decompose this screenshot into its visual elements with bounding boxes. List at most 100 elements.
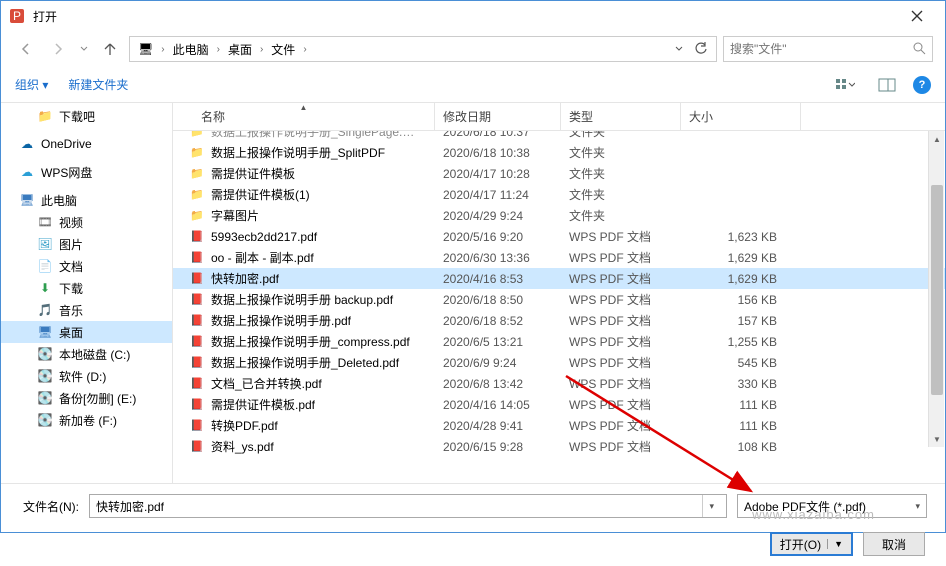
sidebar-item[interactable]: 💽备份[勿删] (E:) <box>1 387 172 409</box>
up-button[interactable] <box>97 36 123 62</box>
open-button[interactable]: 打开(O)▼ <box>770 532 853 556</box>
chevron-right-icon[interactable]: › <box>159 44 166 55</box>
column-name[interactable]: ▲名称 <box>173 103 435 130</box>
breadcrumb-seg[interactable]: 此电脑 <box>169 39 213 60</box>
file-row[interactable]: 📁需提供证件模板2020/4/17 10:28文件夹 <box>173 163 945 184</box>
sidebar-item[interactable]: 💽软件 (D:) <box>1 365 172 387</box>
column-type[interactable]: 类型 <box>561 103 681 130</box>
vertical-scrollbar[interactable]: ▲ ▼ <box>928 131 944 447</box>
file-name: 文档_已合并转换.pdf <box>211 375 322 392</box>
pc-icon: 🖥 <box>19 192 35 208</box>
sidebar-item[interactable]: 🖼图片 <box>1 233 172 255</box>
scroll-thumb[interactable] <box>931 185 943 395</box>
breadcrumb-seg[interactable]: 桌面 <box>224 39 256 60</box>
pdf-icon: 📕 <box>189 229 205 245</box>
file-row[interactable]: 📕数据上报操作说明手册 backup.pdf2020/6/18 8:50WPS … <box>173 289 945 310</box>
sidebar-item[interactable]: 💽新加卷 (F:) <box>1 409 172 431</box>
file-row[interactable]: 📕数据上报操作说明手册.pdf2020/6/18 8:52WPS PDF 文档1… <box>173 310 945 331</box>
forward-button[interactable] <box>45 36 71 62</box>
file-row[interactable]: 📁需提供证件模板(1)2020/4/17 11:24文件夹 <box>173 184 945 205</box>
scroll-up-button[interactable]: ▲ <box>929 131 945 147</box>
pdf-icon: 📕 <box>189 250 205 266</box>
file-size: 111 KB <box>681 398 801 412</box>
back-button[interactable] <box>13 36 39 62</box>
file-date: 2020/4/17 10:28 <box>435 167 561 181</box>
refresh-button[interactable] <box>690 37 712 61</box>
file-name: oo - 副本 - 副本.pdf <box>211 249 314 266</box>
file-type: WPS PDF 文档 <box>561 249 681 266</box>
navigation-pane[interactable]: 📁下载吧 ☁OneDrive ☁WPS网盘 🖥此电脑🎞视频🖼图片📄文档⬇下载🎵音乐🖥桌… <box>1 103 173 483</box>
app-icon: P <box>9 8 25 24</box>
organize-button[interactable]: 组织 ▾ <box>15 76 48 93</box>
search-input[interactable] <box>730 42 906 56</box>
close-button[interactable] <box>897 2 937 30</box>
file-name: 数据上报操作说明手册_SinglePage.… <box>211 131 414 140</box>
chevron-right-icon[interactable]: › <box>258 44 265 55</box>
filename-input[interactable] <box>96 499 702 513</box>
file-row[interactable]: 📕数据上报操作说明手册_Deleted.pdf2020/6/9 9:24WPS … <box>173 352 945 373</box>
file-row[interactable]: 📕oo - 副本 - 副本.pdf2020/6/30 13:36WPS PDF … <box>173 247 945 268</box>
file-type: 文件夹 <box>561 131 681 140</box>
bottom-bar: 文件名(N): ▾ Adobe PDF文件 (*.pdf) ▾ 打开(O)▼ 取… <box>1 483 945 566</box>
cancel-button[interactable]: 取消 <box>863 532 925 556</box>
disk-icon: 💽 <box>37 412 53 428</box>
preview-pane-button[interactable] <box>871 74 903 96</box>
file-row[interactable]: 📕文档_已合并转换.pdf2020/6/8 13:42WPS PDF 文档330… <box>173 373 945 394</box>
pdf-icon: 📕 <box>189 271 205 287</box>
chevron-right-icon[interactable]: › <box>301 44 308 55</box>
file-date: 2020/6/18 10:38 <box>435 146 561 160</box>
sidebar-item[interactable]: 🎞视频 <box>1 211 172 233</box>
file-row[interactable]: 📁数据上报操作说明手册_SinglePage.…2020/6/18 10:37文… <box>173 131 945 142</box>
sidebar-item-label: 本地磁盘 (C:) <box>59 346 130 363</box>
search-box[interactable] <box>723 36 933 62</box>
filetype-filter[interactable]: Adobe PDF文件 (*.pdf) ▾ <box>737 494 927 518</box>
sidebar-item[interactable]: ⬇下载 <box>1 277 172 299</box>
music-icon: 🎵 <box>37 302 53 318</box>
breadcrumb-seg[interactable]: 文件 <box>267 39 299 60</box>
filename-field[interactable]: ▾ <box>89 494 727 518</box>
file-date: 2020/4/17 11:24 <box>435 188 561 202</box>
file-row[interactable]: 📕数据上报操作说明手册_compress.pdf2020/6/5 13:21WP… <box>173 331 945 352</box>
disk-icon: 💽 <box>37 346 53 362</box>
folder-icon: 📁 <box>189 208 205 224</box>
view-options[interactable] <box>829 74 861 96</box>
address-bar[interactable]: 🖥 › 此电脑 › 桌面 › 文件 › <box>129 36 717 62</box>
address-dropdown[interactable] <box>668 37 690 61</box>
column-size[interactable]: 大小 <box>681 103 801 130</box>
pdf-icon: 📕 <box>189 418 205 434</box>
file-row[interactable]: 📕资料_ys.pdf2020/6/15 9:28WPS PDF 文档108 KB <box>173 436 945 457</box>
sidebar-item[interactable]: 📁下载吧 <box>1 105 172 127</box>
file-size: 157 KB <box>681 314 801 328</box>
file-row[interactable]: 📁字幕图片2020/4/29 9:24文件夹 <box>173 205 945 226</box>
open-dropdown[interactable]: ▼ <box>827 539 843 549</box>
file-date: 2020/6/18 8:50 <box>435 293 561 307</box>
sidebar-item[interactable]: 💽 本地磁盘 (C:) <box>1 343 172 365</box>
file-type: 文件夹 <box>561 186 681 203</box>
file-row[interactable]: 📕需提供证件模板.pdf2020/4/16 14:05WPS PDF 文档111… <box>173 394 945 415</box>
sidebar-item[interactable]: 🎵音乐 <box>1 299 172 321</box>
sidebar-item[interactable]: 🖥桌面 <box>1 321 172 343</box>
file-row[interactable]: 📕快转加密.pdf2020/4/16 8:53WPS PDF 文档1,629 K… <box>173 268 945 289</box>
chevron-right-icon[interactable]: › <box>215 44 222 55</box>
filename-history-dropdown[interactable]: ▾ <box>702 495 720 517</box>
file-list[interactable]: 📁数据上报操作说明手册_SinglePage.…2020/6/18 10:37文… <box>173 131 945 483</box>
sidebar-item[interactable]: ☁WPS网盘 <box>1 161 172 183</box>
sidebar-item[interactable]: ☁OneDrive <box>1 133 172 155</box>
scroll-down-button[interactable]: ▼ <box>929 431 945 447</box>
sidebar-item[interactable]: 🖥此电脑 <box>1 189 172 211</box>
column-date[interactable]: 修改日期 <box>435 103 561 130</box>
file-type: WPS PDF 文档 <box>561 291 681 308</box>
file-row[interactable]: 📕5993ecb2dd217.pdf2020/5/16 9:20WPS PDF … <box>173 226 945 247</box>
sidebar-item-label: OneDrive <box>41 137 92 151</box>
file-row[interactable]: 📕转换PDF.pdf2020/4/28 9:41WPS PDF 文档111 KB <box>173 415 945 436</box>
toolbar: 组织 ▾ 新建文件夹 ? <box>1 67 945 103</box>
sidebar-item[interactable]: 📄文档 <box>1 255 172 277</box>
file-size: 108 KB <box>681 440 801 454</box>
filename-label: 文件名(N): <box>19 498 79 515</box>
new-folder-button[interactable]: 新建文件夹 <box>68 76 128 93</box>
file-row[interactable]: 📁数据上报操作说明手册_SplitPDF2020/6/18 10:38文件夹 <box>173 142 945 163</box>
recent-dropdown[interactable] <box>77 45 91 53</box>
search-icon[interactable] <box>912 41 926 58</box>
file-type: WPS PDF 文档 <box>561 228 681 245</box>
help-button[interactable]: ? <box>913 76 931 94</box>
